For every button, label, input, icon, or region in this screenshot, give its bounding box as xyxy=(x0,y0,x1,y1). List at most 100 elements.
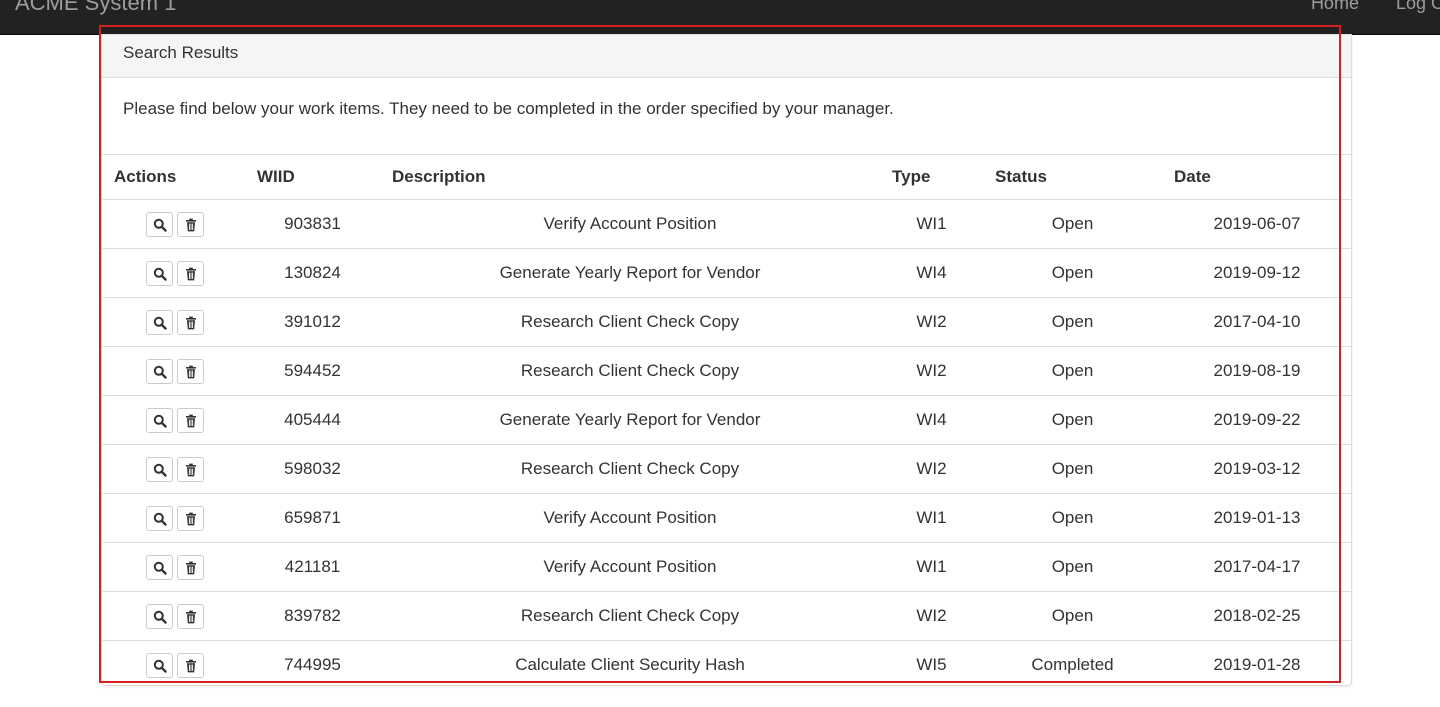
work-items-table: Actions WIID Description Type Status Dat… xyxy=(102,154,1351,685)
wiid-cell: 405444 xyxy=(245,395,380,445)
date-cell: 2017-04-10 xyxy=(1162,297,1351,347)
table-row: 391012 Research Client Check Copy WI2 Open 2… xyxy=(102,297,1351,347)
navbar: ACME System 1 Home Log Out xyxy=(0,0,1440,35)
description-cell: Research Client Check Copy xyxy=(380,346,880,396)
header-actions: Actions xyxy=(102,154,245,200)
actions-cell xyxy=(102,542,245,592)
view-button[interactable] xyxy=(146,652,173,678)
actions-cell xyxy=(102,640,245,685)
date-cell: 2019-06-07 xyxy=(1162,199,1351,249)
type-cell: WI2 xyxy=(880,444,983,494)
header-type: Type xyxy=(880,154,983,200)
view-button[interactable] xyxy=(146,211,173,237)
view-button[interactable] xyxy=(146,554,173,580)
status-cell: Open xyxy=(983,395,1162,445)
description-cell: Research Client Check Copy xyxy=(380,297,880,347)
delete-button[interactable] xyxy=(177,505,204,531)
panel-heading: Search Results xyxy=(102,35,1351,78)
date-cell: 2019-09-22 xyxy=(1162,395,1351,445)
description-cell: Verify Account Position xyxy=(380,493,880,543)
actions-cell xyxy=(102,591,245,641)
wiid-cell: 391012 xyxy=(245,297,380,347)
delete-button[interactable] xyxy=(177,603,204,629)
type-cell: WI4 xyxy=(880,395,983,445)
delete-button[interactable] xyxy=(177,358,204,384)
description-cell: Generate Yearly Report for Vendor xyxy=(380,395,880,445)
wiid-cell: 839782 xyxy=(245,591,380,641)
delete-button[interactable] xyxy=(177,260,204,286)
type-cell: WI2 xyxy=(880,591,983,641)
header-description: Description xyxy=(380,154,880,200)
status-cell: Open xyxy=(983,346,1162,396)
table-row: 594452 Research Client Check Copy WI2 Open 2… xyxy=(102,346,1351,396)
type-cell: WI1 xyxy=(880,542,983,592)
nav-home-link[interactable]: Home xyxy=(1311,0,1359,16)
view-button[interactable] xyxy=(146,260,173,286)
date-cell: 2019-03-12 xyxy=(1162,444,1351,494)
table-row: 130824 Generate Yearly Report for Vendor W… xyxy=(102,248,1351,298)
description-cell: Research Client Check Copy xyxy=(380,444,880,494)
wiid-cell: 130824 xyxy=(245,248,380,298)
type-cell: WI2 xyxy=(880,346,983,396)
header-wiid: WIID xyxy=(245,154,380,200)
table-row: 903831 Verify Account Position WI1 Open 2019… xyxy=(102,199,1351,249)
actions-cell xyxy=(102,395,245,445)
status-cell: Open xyxy=(983,444,1162,494)
actions-cell xyxy=(102,199,245,249)
description-cell: Generate Yearly Report for Vendor xyxy=(380,248,880,298)
date-cell: 2018-02-25 xyxy=(1162,591,1351,641)
description-cell: Verify Account Position xyxy=(380,199,880,249)
status-cell: Open xyxy=(983,542,1162,592)
nav-logout-link[interactable]: Log Out xyxy=(1396,0,1440,16)
wiid-cell: 598032 xyxy=(245,444,380,494)
table-row: 744995 Calculate Client Security Hash WI5 C… xyxy=(102,640,1351,685)
nav-links: Home Log Out xyxy=(1311,0,1440,16)
view-button[interactable] xyxy=(146,407,173,433)
status-cell: Completed xyxy=(983,640,1162,685)
wiid-cell: 421181 xyxy=(245,542,380,592)
delete-button[interactable] xyxy=(177,554,204,580)
type-cell: WI2 xyxy=(880,297,983,347)
date-cell: 2019-08-19 xyxy=(1162,346,1351,396)
delete-button[interactable] xyxy=(177,456,204,482)
actions-cell xyxy=(102,444,245,494)
status-cell: Open xyxy=(983,199,1162,249)
table-header-row: Actions WIID Description Type Status Dat… xyxy=(102,154,1351,200)
table-row: 405444 Generate Yearly Report for Vendor W… xyxy=(102,395,1351,445)
table-row: 598032 Research Client Check Copy WI2 Open 2… xyxy=(102,444,1351,494)
delete-button[interactable] xyxy=(177,652,204,678)
status-cell: Open xyxy=(983,493,1162,543)
actions-cell xyxy=(102,248,245,298)
wiid-cell: 744995 xyxy=(245,640,380,685)
date-cell: 2019-01-13 xyxy=(1162,493,1351,543)
view-button[interactable] xyxy=(146,456,173,482)
date-cell: 2017-04-17 xyxy=(1162,542,1351,592)
delete-button[interactable] xyxy=(177,407,204,433)
status-cell: Open xyxy=(983,297,1162,347)
type-cell: WI4 xyxy=(880,248,983,298)
type-cell: WI1 xyxy=(880,199,983,249)
view-button[interactable] xyxy=(146,505,173,531)
actions-cell xyxy=(102,493,245,543)
table-row: 659871 Verify Account Position WI1 Open 2019… xyxy=(102,493,1351,543)
description-cell: Calculate Client Security Hash xyxy=(380,640,880,685)
search-results-panel: Search Results Please find below your wo… xyxy=(101,34,1352,686)
wiid-cell: 903831 xyxy=(245,199,380,249)
actions-cell xyxy=(102,297,245,347)
description-cell: Research Client Check Copy xyxy=(380,591,880,641)
view-button[interactable] xyxy=(146,603,173,629)
view-button[interactable] xyxy=(146,358,173,384)
brand-title[interactable]: ACME System 1 xyxy=(15,0,176,18)
delete-button[interactable] xyxy=(177,309,204,335)
header-date: Date xyxy=(1162,154,1351,200)
wiid-cell: 594452 xyxy=(245,346,380,396)
table-body: 903831 Verify Account Position WI1 Open 2019… xyxy=(102,199,1351,685)
status-cell: Open xyxy=(983,591,1162,641)
panel-message: Please find below your work items. They … xyxy=(123,99,894,118)
date-cell: 2019-09-12 xyxy=(1162,248,1351,298)
table-row: 421181 Verify Account Position WI1 Open 2017… xyxy=(102,542,1351,592)
view-button[interactable] xyxy=(146,309,173,335)
delete-button[interactable] xyxy=(177,211,204,237)
type-cell: WI5 xyxy=(880,640,983,685)
actions-cell xyxy=(102,346,245,396)
